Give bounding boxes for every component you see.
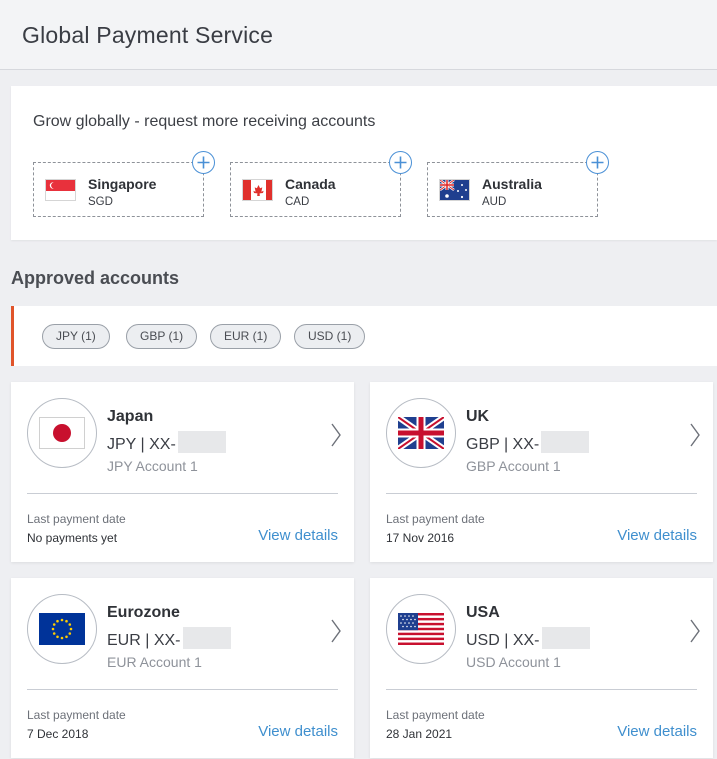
divider [27, 493, 338, 494]
view-details-link[interactable]: View details [617, 527, 697, 544]
request-country-name: Singapore [88, 176, 157, 192]
japan-flag-icon [27, 398, 97, 468]
account-country: UK [466, 408, 490, 425]
currency-filter-bar: JPY (1) GBP (1) EUR (1) USD (1) [11, 306, 717, 366]
last-payment-label: Last payment date [27, 512, 126, 526]
last-payment-label: Last payment date [386, 512, 485, 526]
request-currency-code: SGD [88, 196, 113, 208]
filter-chip-usd[interactable]: USD (1) [294, 324, 366, 349]
last-payment-date: No payments yet [27, 531, 118, 545]
eu-flag-icon [27, 594, 97, 664]
request-currency-code: CAD [285, 196, 310, 208]
usa-flag-icon [386, 594, 456, 664]
request-country-name: Australia [482, 176, 542, 192]
request-account-canada[interactable]: Canada CAD [230, 151, 412, 217]
grow-globally-title: Grow globally - request more receiving a… [33, 113, 376, 130]
last-payment-label: Last payment date [27, 708, 126, 722]
grow-globally-panel: Grow globally - request more receiving a… [11, 86, 717, 240]
last-payment-date: 28 Jan 2021 [386, 727, 453, 741]
account-number: JPY | XX- [107, 431, 226, 454]
australia-flag-icon [439, 179, 470, 201]
account-card-usa[interactable]: USA USD | XX- USD Account 1 Last payment… [370, 578, 713, 758]
last-payment-label: Last payment date [386, 708, 485, 722]
account-name: GBP Account 1 [466, 458, 561, 474]
view-details-link[interactable]: View details [258, 723, 338, 740]
masked-number [182, 627, 231, 649]
divider [27, 689, 338, 690]
request-account-australia[interactable]: Australia AUD [427, 151, 609, 217]
request-country-name: Canada [285, 176, 336, 192]
view-details-link[interactable]: View details [258, 527, 338, 544]
account-country: Eurozone [107, 604, 180, 621]
account-name: USD Account 1 [466, 654, 561, 670]
add-account-button[interactable] [586, 151, 609, 174]
account-card-eurozone[interactable]: Eurozone EUR | XX- EUR Account 1 Last pa… [11, 578, 354, 758]
page-header: Global Payment Service [0, 0, 717, 70]
page-title: Global Payment Service [22, 22, 274, 48]
singapore-flag-icon [45, 179, 76, 201]
divider [386, 493, 697, 494]
account-card-uk[interactable]: UK GBP | XX- GBP Account 1 Last payment … [370, 382, 713, 562]
view-details-link[interactable]: View details [617, 723, 697, 740]
last-payment-date: 7 Dec 2018 [27, 727, 89, 741]
plus-icon [591, 156, 604, 169]
masked-number [177, 431, 226, 453]
chevron-right-icon[interactable] [689, 422, 701, 448]
account-number: USD | XX- [466, 627, 590, 650]
account-card-japan[interactable]: Japan JPY | XX- JPY Account 1 Last payme… [11, 382, 354, 562]
masked-number [541, 627, 590, 649]
chevron-right-icon[interactable] [330, 422, 342, 448]
plus-icon [197, 156, 210, 169]
account-name: EUR Account 1 [107, 654, 202, 670]
add-account-button[interactable] [192, 151, 215, 174]
canada-flag-icon [242, 179, 273, 201]
filter-chip-gbp[interactable]: GBP (1) [126, 324, 198, 349]
account-name: JPY Account 1 [107, 458, 198, 474]
request-account-singapore[interactable]: Singapore SGD [33, 151, 215, 217]
account-country: Japan [107, 408, 154, 425]
uk-flag-icon [386, 398, 456, 468]
approved-accounts-heading: Approved accounts [11, 268, 180, 288]
plus-icon [394, 156, 407, 169]
filter-chip-eur[interactable]: EUR (1) [210, 324, 282, 349]
divider [386, 689, 697, 690]
filter-chip-jpy[interactable]: JPY (1) [42, 324, 110, 349]
add-account-button[interactable] [389, 151, 412, 174]
account-number: GBP | XX- [466, 431, 590, 454]
chevron-right-icon[interactable] [330, 618, 342, 644]
masked-number [541, 431, 590, 453]
chevron-right-icon[interactable] [689, 618, 701, 644]
account-number: EUR | XX- [107, 627, 231, 650]
request-currency-code: AUD [482, 196, 507, 208]
last-payment-date: 17 Nov 2016 [386, 531, 455, 545]
account-country: USA [466, 604, 500, 621]
